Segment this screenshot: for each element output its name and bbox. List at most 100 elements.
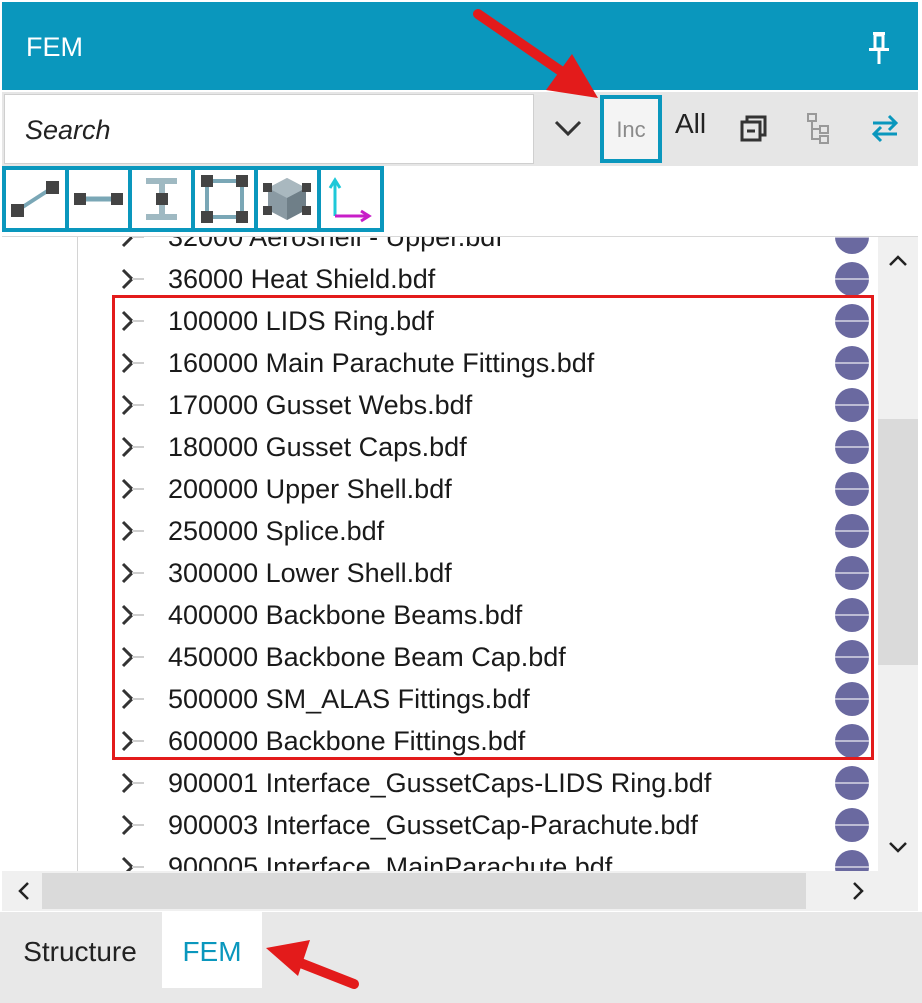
chevron-right-icon[interactable]	[116, 434, 144, 460]
chevron-right-icon[interactable]	[116, 266, 144, 292]
tree-row[interactable]: 180000 Gusset Caps.bdf	[2, 426, 878, 468]
status-dot-icon[interactable]	[835, 346, 869, 380]
status-dot-icon[interactable]	[835, 430, 869, 464]
tree-row-label: 36000 Heat Shield.bdf	[168, 264, 436, 294]
status-dot-icon[interactable]	[835, 304, 869, 338]
status-dot-icon[interactable]	[835, 682, 869, 716]
status-dot-icon[interactable]	[835, 808, 869, 842]
chevron-right-icon[interactable]	[116, 518, 144, 544]
status-dot-icon[interactable]	[835, 388, 869, 422]
tree-row[interactable]: 900003 Interface_GussetCap-Parachute.bdf	[2, 804, 878, 846]
tree-view-icon[interactable]	[802, 110, 836, 146]
fem-tree: 32000 Aeroshell - Upper.bdf 36000 Heat Sh…	[2, 237, 878, 871]
tree-row[interactable]: 450000 Backbone Beam Cap.bdf	[2, 636, 878, 678]
chevron-right-icon[interactable]	[116, 308, 144, 334]
tree-row[interactable]: 160000 Main Parachute Fittings.bdf	[2, 342, 878, 384]
tree-row[interactable]: 900005 Interface_MainParachute.bdf	[2, 846, 878, 871]
rod-element-icon	[11, 181, 59, 217]
tree-row-label: 900001 Interface_GussetCaps-LIDS Ring.bd…	[168, 768, 712, 798]
beam-element-button[interactable]	[132, 170, 191, 228]
coordinate-system-button[interactable]	[321, 170, 380, 228]
status-dot-icon[interactable]	[835, 514, 869, 548]
pin-icon[interactable]	[866, 30, 892, 66]
tree-row[interactable]: 600000 Backbone Fittings.bdf	[2, 720, 878, 762]
tab-structure[interactable]: Structure	[2, 912, 158, 988]
tree-row[interactable]: 100000 LIDS Ring.bdf	[2, 300, 878, 342]
chevron-right-icon[interactable]	[116, 686, 144, 712]
shell-element-button[interactable]	[195, 170, 254, 228]
status-dot-icon[interactable]	[835, 472, 869, 506]
beam-element-icon	[146, 178, 177, 220]
search-toolbar: Inc All	[2, 92, 918, 166]
vertical-scrollbar[interactable]	[878, 237, 918, 871]
chevron-right-icon[interactable]	[116, 812, 144, 838]
chevron-down-icon[interactable]	[550, 110, 586, 146]
status-dot-icon[interactable]	[835, 556, 869, 590]
tree-row-label: 400000 Backbone Beams.bdf	[168, 600, 523, 630]
tree-row-label: 600000 Backbone Fittings.bdf	[168, 726, 526, 756]
collapse-all-icon[interactable]	[738, 110, 772, 146]
tree-row[interactable]: 400000 Backbone Beams.bdf	[2, 594, 878, 636]
tree-row-label: 200000 Upper Shell.bdf	[168, 474, 452, 504]
solid-element-button[interactable]	[258, 170, 317, 228]
tree-row[interactable]: 250000 Splice.bdf	[2, 510, 878, 552]
tree-row[interactable]: 900001 Interface_GussetCaps-LIDS Ring.bd…	[2, 762, 878, 804]
chevron-right-icon[interactable]	[116, 350, 144, 376]
chevron-right-icon[interactable]	[116, 728, 144, 754]
element-type-group	[2, 166, 384, 232]
panel-title: FEM	[26, 32, 83, 62]
shell-element-icon	[201, 175, 248, 223]
search-input[interactable]	[23, 107, 517, 153]
status-dot-icon[interactable]	[835, 598, 869, 632]
all-button[interactable]: All	[675, 108, 706, 140]
tree-row[interactable]: 36000 Heat Shield.bdf	[2, 258, 878, 300]
tree-row[interactable]: 170000 Gusset Webs.bdf	[2, 384, 878, 426]
panel-header: FEM	[2, 2, 918, 90]
vertical-scroll-thumb[interactable]	[878, 419, 918, 665]
scroll-down-icon[interactable]	[884, 833, 912, 861]
chevron-right-icon[interactable]	[116, 644, 144, 670]
status-dot-icon[interactable]	[835, 724, 869, 758]
horizontal-scroll-thumb[interactable]	[42, 873, 806, 909]
status-dot-icon[interactable]	[835, 640, 869, 674]
tree-row[interactable]: 300000 Lower Shell.bdf	[2, 552, 878, 594]
scroll-up-icon[interactable]	[884, 247, 912, 275]
tree-row-label: 450000 Backbone Beam Cap.bdf	[168, 642, 566, 672]
tree-row-label: 170000 Gusset Webs.bdf	[168, 390, 473, 420]
tree-row-label: 250000 Splice.bdf	[168, 516, 385, 546]
bar-element-button[interactable]	[69, 170, 128, 228]
tree-row[interactable]: 200000 Upper Shell.bdf	[2, 468, 878, 510]
sync-icon[interactable]	[868, 110, 902, 146]
chevron-right-icon[interactable]	[116, 560, 144, 586]
tree-row[interactable]: 32000 Aeroshell - Upper.bdf	[2, 237, 878, 258]
chevron-right-icon[interactable]	[116, 476, 144, 502]
horizontal-scrollbar[interactable]	[2, 871, 918, 911]
tree-row-label: 300000 Lower Shell.bdf	[168, 558, 452, 588]
chevron-right-icon[interactable]	[116, 237, 144, 250]
scroll-right-icon[interactable]	[844, 877, 872, 905]
rod-element-button[interactable]	[6, 170, 65, 228]
tree-row-label: 100000 LIDS Ring.bdf	[168, 306, 434, 336]
chevron-right-icon[interactable]	[116, 770, 144, 796]
status-dot-icon[interactable]	[835, 237, 869, 254]
tree-row-label: 500000 SM_ALAS Fittings.bdf	[168, 684, 530, 714]
coordinate-system-icon	[328, 177, 372, 223]
solid-element-icon	[263, 178, 311, 220]
chevron-right-icon[interactable]	[116, 602, 144, 628]
status-dot-icon[interactable]	[835, 262, 869, 296]
status-dot-icon[interactable]	[835, 850, 869, 871]
bottom-tab-bar: Structure FEM	[0, 912, 922, 1003]
scroll-left-icon[interactable]	[10, 877, 38, 905]
tab-fem[interactable]: FEM	[162, 912, 262, 988]
element-type-toolbar	[2, 166, 918, 237]
chevron-right-icon[interactable]	[116, 392, 144, 418]
chevron-right-icon[interactable]	[116, 854, 144, 871]
inc-button[interactable]: Inc	[600, 95, 662, 163]
tree-row-label: 900005 Interface_MainParachute.bdf	[168, 852, 613, 871]
tree-row-label: 900003 Interface_GussetCap-Parachute.bdf	[168, 810, 698, 840]
tree-row[interactable]: 500000 SM_ALAS Fittings.bdf	[2, 678, 878, 720]
status-dot-icon[interactable]	[835, 766, 869, 800]
tree-row-label: 32000 Aeroshell - Upper.bdf	[168, 237, 503, 252]
search-box	[4, 94, 534, 164]
bar-element-icon	[74, 193, 123, 205]
